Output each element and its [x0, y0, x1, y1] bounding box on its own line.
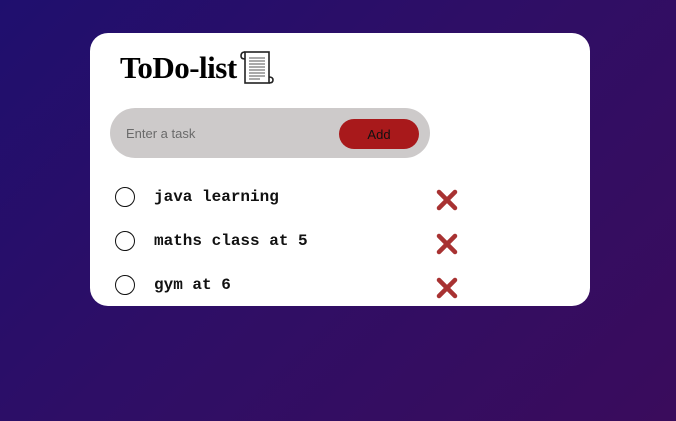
- task-input-bar: Add: [110, 108, 430, 158]
- close-x-icon[interactable]: [436, 189, 458, 211]
- app-title: ToDo-list: [120, 50, 237, 85]
- task-text: maths class at 5: [154, 232, 308, 250]
- close-x-icon[interactable]: [436, 277, 458, 299]
- task-input[interactable]: [126, 123, 326, 143]
- list-item: java learning: [90, 185, 590, 225]
- scroll-icon: [239, 49, 274, 87]
- close-x-icon[interactable]: [436, 233, 458, 255]
- add-button[interactable]: Add: [339, 119, 419, 149]
- title-row: ToDo-list: [120, 49, 274, 87]
- empty-circle-icon[interactable]: [115, 187, 135, 207]
- empty-circle-icon[interactable]: [115, 231, 135, 251]
- task-text: java learning: [154, 188, 279, 206]
- empty-circle-icon[interactable]: [115, 275, 135, 295]
- todo-card: ToDo-list Add java learning: [90, 33, 590, 306]
- list-item: gym at 6: [90, 273, 590, 313]
- list-item: maths class at 5: [90, 229, 590, 269]
- task-text: gym at 6: [154, 276, 231, 294]
